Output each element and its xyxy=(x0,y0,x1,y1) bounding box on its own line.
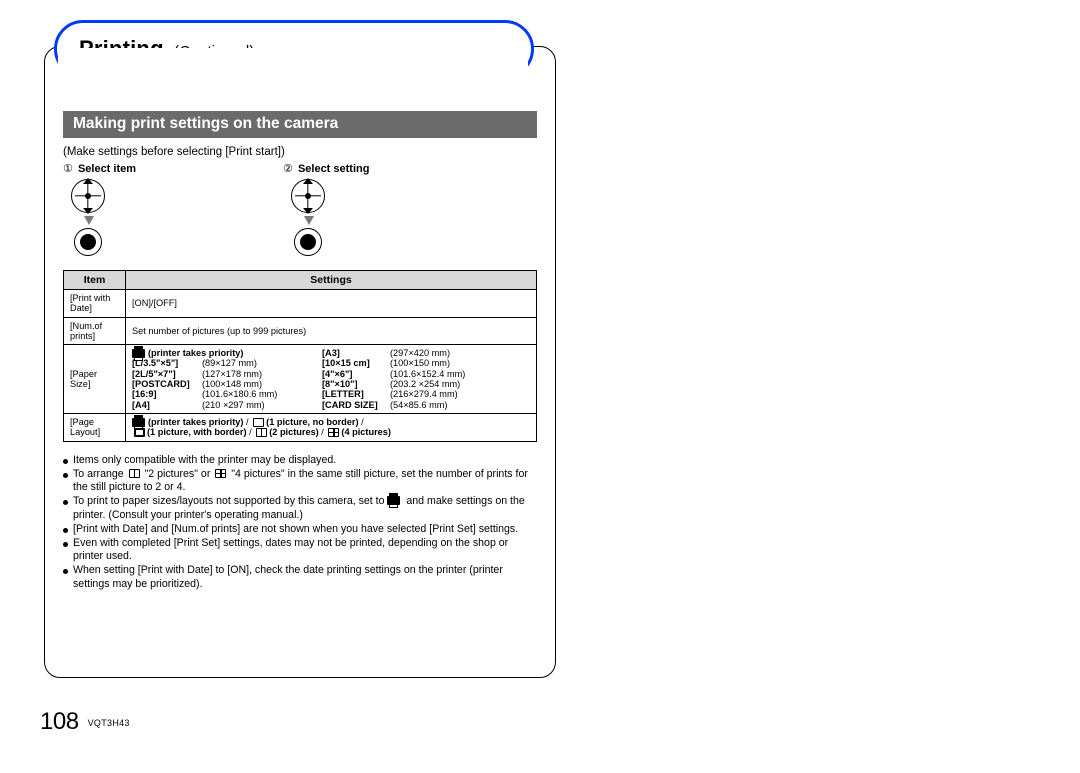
arrow-down-icon xyxy=(84,216,94,225)
step-1: ① Select item xyxy=(63,162,283,256)
step2-num: ② xyxy=(283,162,293,175)
manual-page: Printing (Continued) Making print settin… xyxy=(40,8,560,748)
cell-item: [Print with Date] xyxy=(64,290,126,318)
table-row: [Page Layout] (printer takes priority) /… xyxy=(64,413,537,441)
page-frame: Making print settings on the camera (Mak… xyxy=(44,46,556,678)
content: Making print settings on the camera (Mak… xyxy=(45,47,555,591)
section-heading: Making print settings on the camera xyxy=(63,111,537,138)
cell-item: [Paper Size] xyxy=(64,345,126,414)
intro-text: (Make settings before selecting [Print s… xyxy=(63,146,537,158)
settings-table: Item Settings [Print with Date] [ON]/[OF… xyxy=(63,270,537,442)
layout-1-border-icon xyxy=(134,428,145,437)
notes-list: Items only compatible with the printer m… xyxy=(63,454,537,591)
arrow-down-icon xyxy=(304,216,314,225)
layout-2-icon xyxy=(129,469,140,478)
cell-item: [Num.of prints] xyxy=(64,317,126,345)
list-item: To arrange "2 pictures" or "4 pictures" … xyxy=(63,468,537,494)
printer-icon xyxy=(132,349,145,358)
dpad-icon xyxy=(291,179,325,213)
list-item: Even with completed [Print Set] settings… xyxy=(63,537,537,563)
table-row: [Num.of prints] Set number of pictures (… xyxy=(64,317,537,345)
cell-item: [Page Layout] xyxy=(64,413,126,441)
th-settings: Settings xyxy=(126,271,537,290)
table-row: [Print with Date] [ON]/[OFF] xyxy=(64,290,537,318)
step-2: ② Select setting xyxy=(283,162,503,256)
layout-4-icon xyxy=(328,428,339,437)
table-row: [Paper Size] (printer takes priority) [L… xyxy=(64,345,537,414)
center-button-icon xyxy=(294,228,322,256)
doc-id: VQT3H43 xyxy=(88,718,130,728)
printer-icon xyxy=(387,496,400,505)
cell-setting: [ON]/[OFF] xyxy=(126,290,537,318)
list-item: When setting [Print with Date] to [ON], … xyxy=(63,564,537,590)
layout-1-noborder-icon xyxy=(253,418,264,427)
cell-setting: Set number of pictures (up to 999 pictur… xyxy=(126,317,537,345)
cell-setting: (printer takes priority) / (1 picture, n… xyxy=(126,413,537,441)
th-item: Item xyxy=(64,271,126,290)
steps-row: ① Select item ② Select setting xyxy=(63,162,537,256)
list-item: To print to paper sizes/layouts not supp… xyxy=(63,495,537,521)
layout-4-icon xyxy=(215,469,226,478)
page-number: 108 xyxy=(40,708,79,735)
layout-2-icon xyxy=(256,428,267,437)
step1-label: Select item xyxy=(78,163,136,175)
center-button-icon xyxy=(74,228,102,256)
page-footer: 108 VQT3H43 xyxy=(40,708,130,736)
dpad-icon xyxy=(71,179,105,213)
printer-icon xyxy=(132,418,145,427)
list-item: [Print with Date] and [Num.of prints] ar… xyxy=(63,523,537,536)
cell-setting: (printer takes priority) [L/3.5"×5"](89×… xyxy=(126,345,537,414)
step1-num: ① xyxy=(63,162,73,175)
list-item: Items only compatible with the printer m… xyxy=(63,454,537,467)
step2-label: Select setting xyxy=(298,163,370,175)
